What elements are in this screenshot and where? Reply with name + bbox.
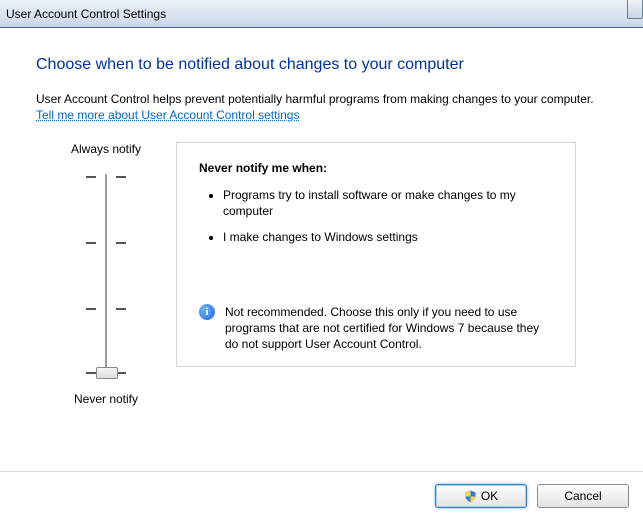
info-icon [199,304,215,320]
slider-tick [86,242,96,244]
window-title: User Account Control Settings [6,7,166,21]
recommendation-text: Not recommended. Choose this only if you… [225,304,553,353]
slider-bottom-label: Never notify [74,392,138,406]
footer-buttons: OK Cancel [435,484,629,508]
slider-tick [116,308,126,310]
shield-icon [464,490,477,503]
page-heading: Choose when to be notified about changes… [36,56,607,74]
slider-tick [116,176,126,178]
level-bullet: I make changes to Windows settings [223,229,553,245]
level-bullet-list: Programs try to install software or make… [199,187,553,246]
slider-column: Always notify Never notify [36,142,176,406]
slider-tick [86,176,96,178]
slider-tick [86,372,96,374]
cancel-button-label: Cancel [564,489,601,503]
level-description-box: Never notify me when: Programs try to in… [176,142,576,367]
slider-tick [116,242,126,244]
slider-tick [86,308,96,310]
learn-more-link[interactable]: Tell me more about User Account Control … [36,108,299,122]
slider-track [105,174,107,374]
ok-button[interactable]: OK [435,484,527,508]
description-text: User Account Control helps prevent poten… [36,92,607,106]
slider-top-label: Always notify [71,142,141,156]
slider-thumb[interactable] [96,367,118,379]
level-title: Never notify me when: [199,161,553,175]
uac-slider[interactable] [76,164,136,384]
slider-area: Always notify Never notify Never notify … [36,142,607,406]
ok-button-label: OK [481,489,498,503]
window-control-button[interactable] [627,0,643,19]
cancel-button[interactable]: Cancel [537,484,629,508]
content-area: Choose when to be notified about changes… [0,28,643,406]
title-bar: User Account Control Settings [0,0,643,28]
recommendation-note: Not recommended. Choose this only if you… [199,304,553,353]
footer-separator [0,471,643,472]
level-bullet: Programs try to install software or make… [223,187,553,219]
